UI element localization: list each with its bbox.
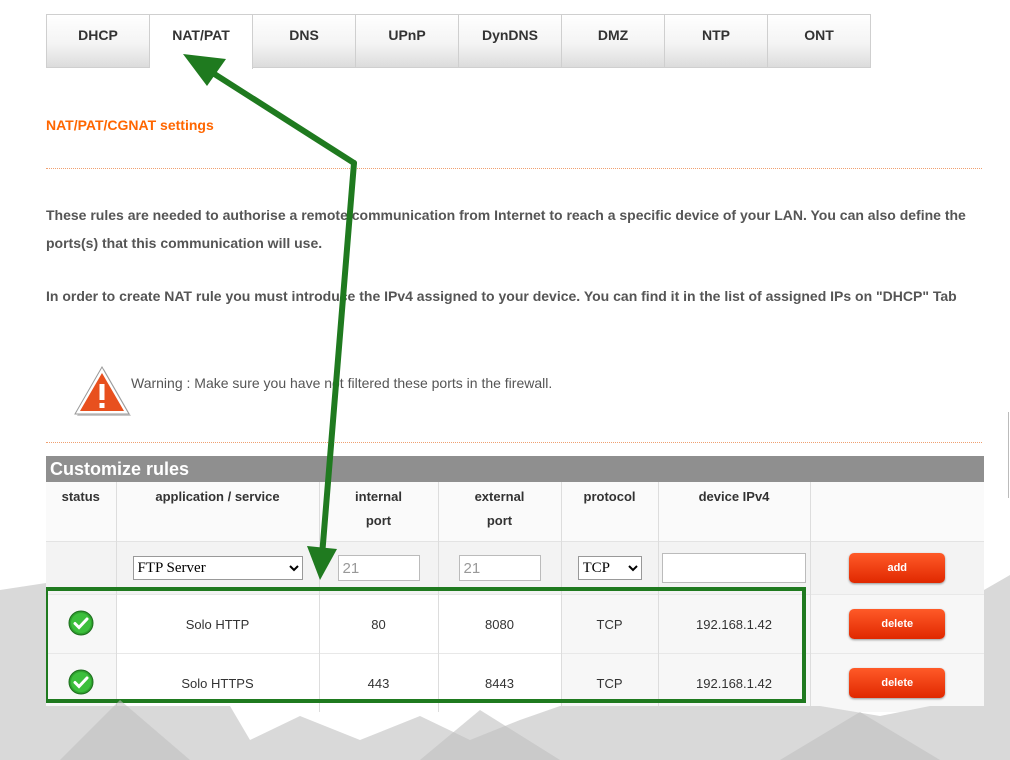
tab-bar: DHCP NAT/PAT DNS UPnP DynDNS DMZ NTP ONT [46,14,871,69]
application-header: application / service [116,482,320,542]
new-rule-internal [319,541,439,595]
intro-paragraph: These rules are needed to authorise a re… [46,207,966,251]
external-port-input[interactable] [458,555,541,581]
new-rule-status [46,541,117,595]
status-cell [46,653,117,712]
internal-port-cell: 80 [319,594,439,654]
table-row: Solo HTTPS 443 8443 TCP 192.168.1.42 del… [46,653,984,712]
new-rule-external [438,541,562,595]
add-button[interactable]: add [849,553,946,583]
action-cell: delete [810,653,984,712]
protocol-cell: TCP [561,653,659,712]
action-cell: delete [810,594,984,654]
side-divider [1008,412,1009,498]
dotted-divider [46,168,982,169]
tab-dyndns[interactable]: DynDNS [459,15,562,67]
new-rule-device [658,541,811,595]
customize-rules-header: Customize rules [46,456,984,482]
tab-dhcp[interactable]: DHCP [47,15,150,67]
device-ip-cell: 192.168.1.42 [658,594,811,654]
delete-button[interactable]: delete [849,668,946,698]
device-ip-input[interactable] [662,553,806,583]
external-port-cell: 8080 [438,594,562,654]
application-select[interactable]: FTP Server [132,556,303,580]
new-rule-action: add [810,541,984,595]
instruction-paragraph: In order to create NAT rule you must int… [46,288,957,304]
check-icon [68,610,94,635]
external-port-header: external port [438,482,562,542]
tab-ont[interactable]: ONT [768,15,871,67]
protocol-select[interactable]: TCP [577,556,642,580]
protocol-cell: TCP [561,594,659,654]
rules-table: status application / service internal por… [46,482,984,712]
tab-dmz[interactable]: DMZ [562,15,665,67]
internal-port-header: internal port [319,482,439,542]
application-cell: Solo HTTP [116,594,320,654]
delete-button[interactable]: delete [849,609,946,639]
application-cell: Solo HTTPS [116,653,320,712]
tab-nat-pat[interactable]: NAT/PAT [150,15,253,69]
tab-dns[interactable]: DNS [253,15,356,67]
new-rule-row: FTP Server TCP add [46,541,984,595]
protocol-header: protocol [561,482,659,542]
tab-upnp[interactable]: UPnP [356,15,459,67]
status-cell [46,594,117,654]
internal-port-cell: 443 [319,653,439,712]
table-header-row: status application / service internal por… [46,482,984,542]
device-ip-cell: 192.168.1.42 [658,653,811,712]
device-ipv4-header: device IPv4 [658,482,811,542]
table-row: Solo HTTP 80 8080 TCP 192.168.1.42 delet… [46,594,984,654]
tab-ntp[interactable]: NTP [665,15,768,67]
new-rule-application: FTP Server [116,541,320,595]
warning-icon [74,365,131,416]
external-port-cell: 8443 [438,653,562,712]
dotted-divider [46,442,982,443]
check-icon [68,669,94,694]
status-header: status [46,482,117,542]
section-title: NAT/PAT/CGNAT settings [46,117,214,133]
actions-header [810,482,984,542]
new-rule-protocol: TCP [561,541,659,595]
warning-text: Warning : Make sure you have not filtere… [131,375,553,391]
internal-port-input[interactable] [337,555,420,581]
